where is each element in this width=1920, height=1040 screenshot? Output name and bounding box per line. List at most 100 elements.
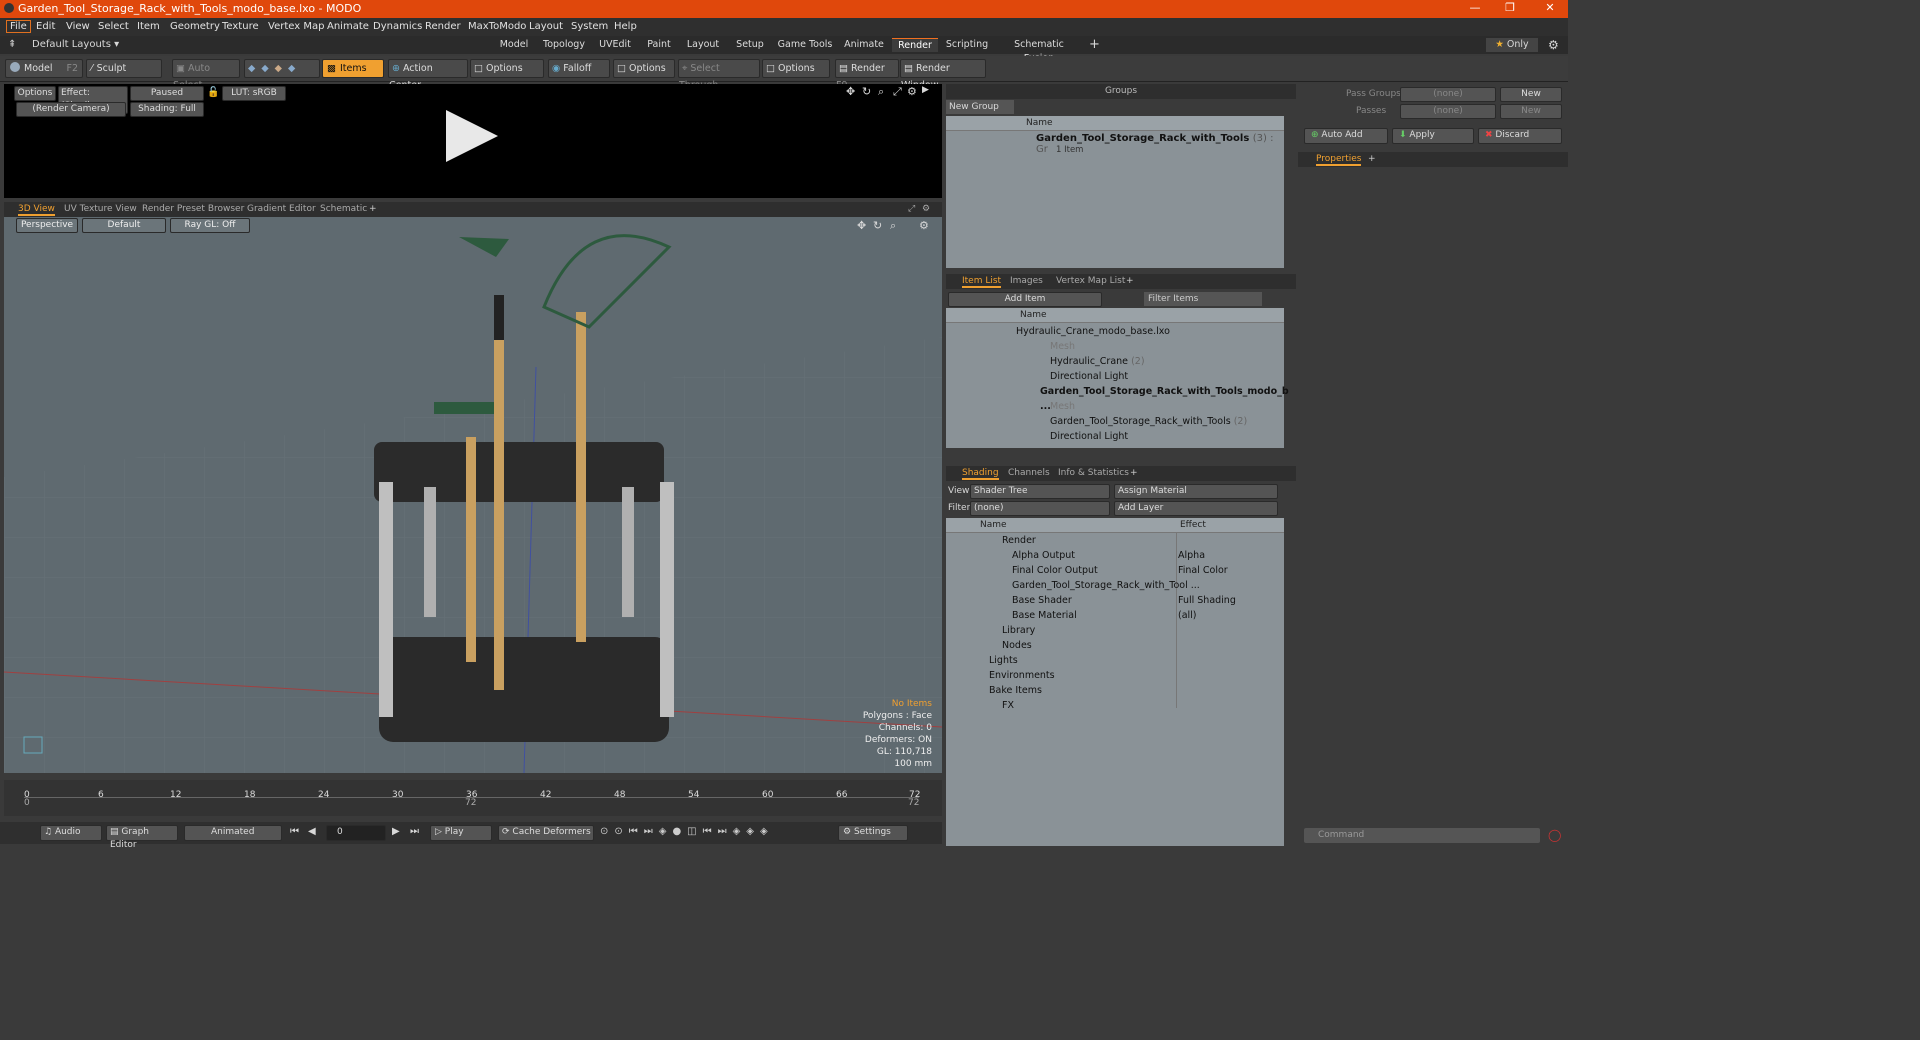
shader-effect[interactable]: (all) — [1178, 608, 1197, 623]
menu-dynamics[interactable]: Dynamics — [373, 21, 422, 32]
cache-deformers-button[interactable]: ⟳ Cache Deformers — [498, 825, 594, 841]
shader-row[interactable]: Base Shader — [1012, 593, 1072, 608]
tab-topology[interactable]: Topology — [540, 38, 588, 52]
shading-dropdown[interactable]: Shading: Full — [130, 102, 204, 117]
vertex-mode-icon[interactable]: ◆ — [248, 63, 255, 74]
falloff-button[interactable]: ◉ Falloff — [548, 59, 610, 78]
tab-setup[interactable]: Setup — [732, 38, 768, 52]
menu-texture[interactable]: Texture — [222, 21, 259, 32]
key-tools-icons[interactable]: ⊙⊙⏮⏭◈●◫⏮⏭◈◈◈ — [600, 826, 774, 837]
lock-icon[interactable]: 🔓 — [207, 87, 219, 98]
add-tab-icon[interactable]: + — [1368, 153, 1376, 166]
shader-row[interactable]: Environments — [989, 668, 1055, 683]
animated-dropdown[interactable]: Animated — [184, 825, 282, 841]
shader-row[interactable]: Lights — [989, 653, 1018, 668]
filter-dropdown[interactable]: (none) — [970, 501, 1110, 516]
add-layer-dropdown[interactable]: Add Layer — [1114, 501, 1278, 516]
shader-effect[interactable]: Full Shading — [1178, 593, 1236, 608]
layout-arrow-icon[interactable]: ⇞ — [8, 39, 16, 50]
render-options-button[interactable]: Options — [14, 86, 56, 101]
options-button-1[interactable]: □ Options — [470, 59, 544, 78]
zoom-icon[interactable]: ⌕ — [890, 219, 896, 233]
shader-effect[interactable]: Final Color — [1178, 563, 1228, 578]
action-center-button[interactable]: ⊕Action Center — [388, 59, 468, 91]
list-item[interactable]: Garden_Tool_Storage_Rack_with_Tools (2) — [1050, 414, 1247, 429]
menu-edit[interactable]: Edit — [36, 21, 55, 32]
tab-properties[interactable]: Properties — [1316, 153, 1362, 166]
perspective-dropdown[interactable]: Perspective — [16, 218, 78, 233]
close-icon[interactable]: ✕ — [1535, 1, 1565, 17]
zoom-icon[interactable]: ⌕ — [878, 85, 884, 99]
tab-gradient-editor[interactable]: Gradient Editor — [247, 203, 316, 216]
play-button[interactable]: ▷ Play — [430, 825, 492, 841]
lut-dropdown[interactable]: LUT: sRGB — [222, 86, 286, 101]
selection-mode-icons[interactable]: ◆ ◆ ◆ ◆ — [244, 59, 320, 78]
default-dropdown[interactable]: Default — [82, 218, 166, 233]
menu-geometry[interactable]: Geometry — [170, 21, 220, 32]
menu-help[interactable]: Help — [614, 21, 637, 32]
maximize-view-icon[interactable]: ⤢ — [893, 85, 902, 99]
prev-frame-icon[interactable]: ◀ — [308, 826, 316, 837]
sculpt-button[interactable]: ⁄ Sculpt — [86, 59, 162, 78]
record-icon[interactable]: ◯ — [1548, 828, 1561, 842]
assign-material-button[interactable]: Assign Material — [1114, 484, 1278, 499]
item-list[interactable]: Name Hydraulic_Crane_modo_base.lxo Mesh … — [946, 308, 1289, 448]
shader-row[interactable]: Alpha Output — [1012, 548, 1075, 563]
tab-vertex-map-list[interactable]: Vertex Map List — [1056, 275, 1125, 288]
new-pass-group-button[interactable]: New — [1500, 87, 1562, 102]
tab-game-tools[interactable]: Game Tools — [776, 38, 834, 52]
rotate-icon[interactable]: ↻ — [873, 219, 882, 232]
render-camera-dropdown[interactable]: (Render Camera) — [16, 102, 126, 117]
filter-items-input[interactable]: Filter Items — [1144, 292, 1262, 306]
list-item[interactable]: Hydraulic_Crane (2) — [1050, 354, 1145, 369]
tab-images[interactable]: Images — [1010, 275, 1043, 288]
list-item[interactable]: Directional Light — [1050, 429, 1128, 444]
command-input[interactable]: Command — [1304, 828, 1540, 843]
material-mode-icon[interactable]: ◆ — [288, 63, 295, 74]
add-tab-icon[interactable]: + — [1126, 275, 1134, 288]
shader-row[interactable]: Bake Items — [989, 683, 1042, 698]
add-tab-icon[interactable]: + — [1089, 37, 1100, 52]
apply-button[interactable]: ⬇ Apply — [1392, 128, 1474, 144]
add-item-dropdown[interactable]: Add Item — [948, 292, 1102, 307]
groups-list[interactable]: Name Garden_Tool_Storage_Rack_with_Tools… — [946, 116, 1284, 268]
move-icon[interactable]: ✥ — [857, 219, 866, 232]
move-icon[interactable]: ✥ — [846, 85, 855, 98]
model-button[interactable]: Model F2 — [5, 59, 83, 78]
arrow-right-icon[interactable]: ▶ — [922, 85, 929, 95]
graph-editor-button[interactable]: ▤ Graph Editor — [106, 825, 178, 850]
list-item[interactable]: Mesh — [1050, 339, 1075, 354]
play-icon[interactable] — [444, 108, 500, 164]
tab-render-preset-browser[interactable]: Render Preset Browser — [142, 203, 244, 216]
frame-input[interactable]: 0 — [326, 825, 386, 841]
maximize-icon[interactable]: ❐ — [1495, 1, 1525, 17]
paused-button[interactable]: Paused — [130, 86, 204, 101]
menu-select[interactable]: Select — [98, 21, 129, 32]
list-item[interactable]: Garden_Tool_Storage_Rack_with_Tools_modo… — [1040, 384, 1289, 412]
tab-scripting[interactable]: Scripting — [944, 38, 990, 52]
view-settings-icon[interactable]: ⚙ — [919, 219, 929, 232]
menu-file[interactable]: File — [6, 20, 31, 33]
only-toggle[interactable]: ★ Only — [1486, 38, 1538, 52]
render-window-button[interactable]: ▤Render Window — [900, 59, 986, 91]
tab-shading[interactable]: Shading — [962, 467, 999, 480]
add-tab-icon[interactable]: + — [1130, 467, 1138, 480]
render-button[interactable]: ▤Render F9 — [835, 59, 899, 91]
shader-row[interactable]: Base Material — [1012, 608, 1077, 623]
menu-system[interactable]: System — [571, 21, 608, 32]
pass-groups-dropdown[interactable]: (none) — [1400, 87, 1496, 102]
menu-item[interactable]: Item — [137, 21, 160, 32]
tab-item-list[interactable]: Item List — [962, 275, 1002, 288]
tab-info-statistics[interactable]: Info & Statistics — [1058, 467, 1129, 480]
gear-icon[interactable]: ⚙ — [1548, 38, 1559, 52]
edge-mode-icon[interactable]: ◆ — [261, 63, 268, 74]
menu-render[interactable]: Render — [425, 21, 461, 32]
maximize-icon[interactable]: ⤢ — [908, 203, 915, 216]
view-dropdown[interactable]: Shader Tree — [970, 484, 1110, 499]
tab-layout[interactable]: Layout — [682, 38, 724, 52]
shader-tree[interactable]: Name Effect Render Alpha Output Alpha Fi… — [946, 518, 1284, 846]
shader-row[interactable]: Library — [1002, 623, 1035, 638]
skip-start-icon[interactable]: ⏮ — [290, 826, 299, 837]
shader-effect[interactable]: Alpha — [1178, 548, 1205, 563]
tab-paint[interactable]: Paint — [642, 38, 676, 52]
